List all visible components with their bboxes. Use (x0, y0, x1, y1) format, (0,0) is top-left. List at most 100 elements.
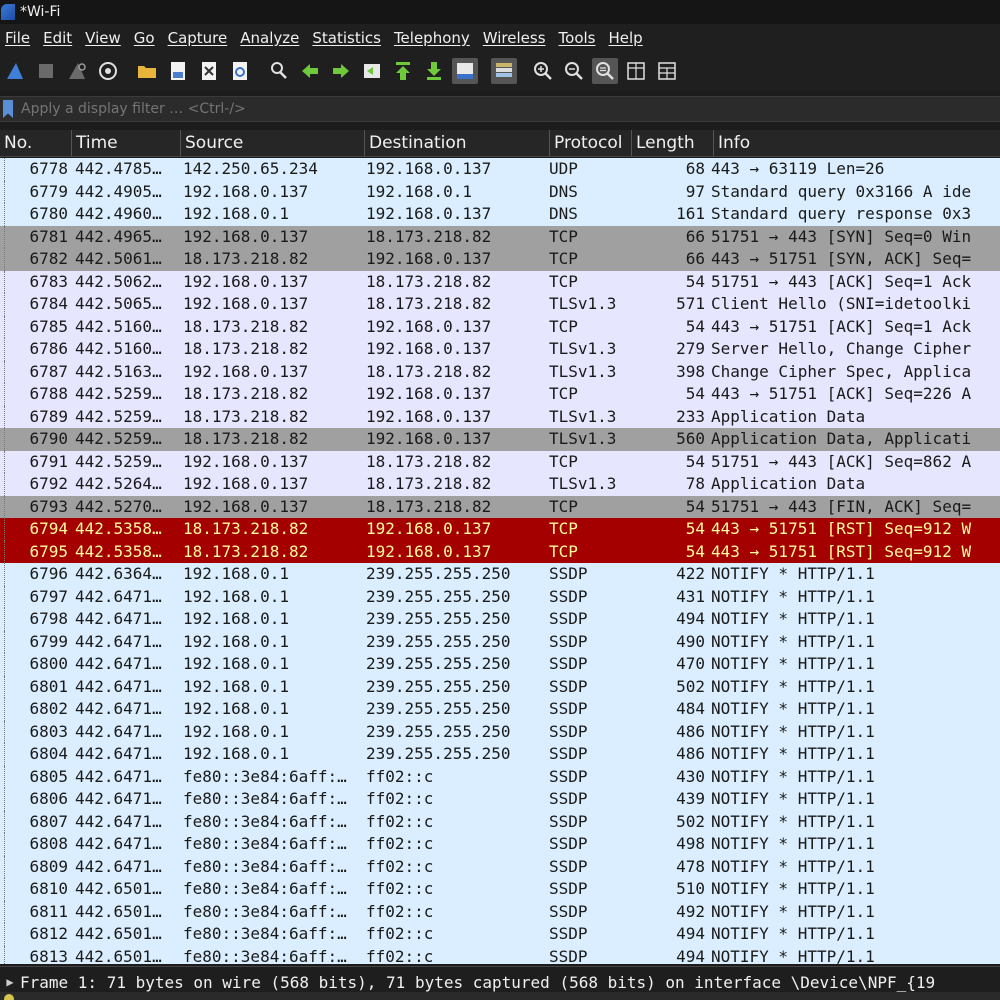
packet-info: 443 → 51751 [ACK] Seq=1 Ack (711, 316, 972, 336)
packet-source: 18.173.218.82 (183, 339, 309, 358)
menu-help[interactable]: Help (603, 29, 647, 47)
last-packet-icon[interactable] (421, 58, 447, 84)
packet-row[interactable]: 6805 442.6471… fe80::3e84:6aff:… ff02::c SSD… (0, 765, 1000, 788)
packet-protocol: SSDP (549, 766, 588, 786)
packet-row[interactable]: 6809 442.6471… fe80::3e84:6aff:… ff02::c SSD… (0, 855, 1000, 878)
packet-info: NOTIFY * HTTP/1.1 (711, 744, 875, 763)
packet-row[interactable]: 6784 442.5065… 192.168.0.137 18.173.218.82 T… (0, 293, 1000, 316)
packet-row[interactable]: 6802 442.6471… 192.168.0.1 239.255.255.250 S… (0, 698, 1000, 721)
save-file-icon[interactable] (165, 58, 191, 84)
menu-tools[interactable]: Tools (554, 29, 601, 47)
column-header-info[interactable]: Info (714, 130, 1000, 156)
menu-wireless[interactable]: Wireless (478, 29, 551, 47)
resize-columns-icon[interactable] (623, 58, 649, 84)
packet-row[interactable]: 6785 442.5160… 18.173.218.82 192.168.0.137 T… (0, 315, 1000, 338)
zoom-out-icon[interactable] (561, 58, 587, 84)
menu-file[interactable]: File (0, 29, 35, 47)
column-header-time[interactable]: Time (72, 130, 181, 156)
packet-row[interactable]: 6780 442.4960… 192.168.0.1 192.168.0.137 DNS… (0, 203, 1000, 226)
filter-bookmark-icon[interactable] (3, 100, 13, 118)
packet-row[interactable]: 6783 442.5062… 192.168.0.137 18.173.218.82 T… (0, 270, 1000, 293)
packet-row[interactable]: 6779 442.4905… 192.168.0.137 192.168.0.1 DNS… (0, 180, 1000, 203)
packet-row[interactable]: 6791 442.5259… 192.168.0.137 18.173.218.82 T… (0, 450, 1000, 473)
column-header-protocol[interactable]: Protocol (550, 130, 632, 156)
menu-go[interactable]: Go (129, 29, 160, 47)
packet-row[interactable]: 6801 442.6471… 192.168.0.1 239.255.255.250 S… (0, 675, 1000, 698)
packet-row[interactable]: 6803 442.6471… 192.168.0.1 239.255.255.250 S… (0, 720, 1000, 743)
menu-capture[interactable]: Capture (163, 29, 233, 47)
packet-row[interactable]: 6798 442.6471… 192.168.0.1 239.255.255.250 S… (0, 608, 1000, 631)
packet-row[interactable]: 6812 442.6501… fe80::3e84:6aff:… ff02::c SSD… (0, 923, 1000, 946)
packet-length: 422 (676, 564, 705, 583)
packet-row[interactable]: 6792 442.5264… 192.168.0.137 18.173.218.82 T… (0, 473, 1000, 496)
packet-length: 54 (685, 519, 705, 538)
packet-length: 54 (685, 316, 705, 336)
packet-info: 443 → 63119 Len=26 (711, 159, 885, 178)
packet-row[interactable]: 6782 442.5061… 18.173.218.82 192.168.0.137 T… (0, 248, 1000, 271)
packet-row[interactable]: 6796 442.6364… 192.168.0.1 239.255.255.250 S… (0, 563, 1000, 586)
packet-row[interactable]: 6788 442.5259… 18.173.218.82 192.168.0.137 T… (0, 383, 1000, 406)
packet-time: 442.6501… (75, 924, 162, 943)
packet-row[interactable]: 6790 442.5259… 18.173.218.82 192.168.0.137 T… (0, 428, 1000, 451)
column-header-length[interactable]: Length (632, 130, 714, 156)
menu-view[interactable]: View (80, 29, 126, 47)
packet-number: 6801 (29, 676, 68, 696)
packet-list: 6778 442.4785… 142.250.65.234 192.168.0.137… (0, 158, 1000, 964)
display-filter-input[interactable] (21, 97, 1000, 121)
packet-length: 494 (676, 609, 705, 628)
column-header-source[interactable]: Source (181, 130, 365, 156)
packet-row[interactable]: 6789 442.5259… 18.173.218.82 192.168.0.137 T… (0, 405, 1000, 428)
normal-size-icon[interactable] (592, 58, 618, 84)
packet-row[interactable]: 6807 442.6471… fe80::3e84:6aff:… ff02::c SSD… (0, 810, 1000, 833)
packet-row[interactable]: 6806 442.6471… fe80::3e84:6aff:… ff02::c SSD… (0, 788, 1000, 811)
row-gutter (0, 743, 12, 766)
packet-time: 442.6471… (75, 834, 162, 853)
colorize-icon[interactable] (491, 58, 517, 84)
packet-row[interactable]: 6810 442.6501… fe80::3e84:6aff:… ff02::c SSD… (0, 878, 1000, 901)
packet-row[interactable]: 6799 442.6471… 192.168.0.1 239.255.255.250 S… (0, 630, 1000, 653)
layout-icon[interactable] (654, 58, 680, 84)
menu-analyze[interactable]: Analyze (235, 29, 304, 47)
packet-row[interactable]: 6797 442.6471… 192.168.0.1 239.255.255.250 S… (0, 585, 1000, 608)
first-packet-icon[interactable] (390, 58, 416, 84)
reload-icon[interactable] (227, 58, 253, 84)
packet-row[interactable]: 6800 442.6471… 192.168.0.1 239.255.255.250 S… (0, 653, 1000, 676)
packet-row[interactable]: 6793 442.5270… 192.168.0.137 18.173.218.82 T… (0, 495, 1000, 518)
packet-length: 54 (685, 451, 705, 471)
shark-fin-restart-icon[interactable] (64, 58, 90, 84)
packet-row[interactable]: 6794 442.5358… 18.173.218.82 192.168.0.137 T… (0, 518, 1000, 541)
packet-row[interactable]: 6813 442.6501… fe80::3e84:6aff:… ff02::c SSD… (0, 945, 1000, 965)
autoscroll-icon[interactable] (452, 58, 478, 84)
menu-telephony[interactable]: Telephony (389, 29, 475, 47)
column-header-no[interactable]: No. (0, 130, 72, 156)
menu-edit[interactable]: Edit (38, 29, 77, 47)
row-gutter (0, 428, 12, 451)
forward-arrow-icon[interactable] (328, 58, 354, 84)
packet-destination: 192.168.0.137 (366, 339, 492, 358)
open-folder-icon[interactable] (134, 58, 160, 84)
menu-statistics[interactable]: Statistics (307, 29, 386, 47)
packet-row[interactable]: 6804 442.6471… 192.168.0.1 239.255.255.250 S… (0, 743, 1000, 766)
shark-fin-start-icon[interactable] (2, 58, 28, 84)
packet-time: 442.6471… (75, 721, 162, 741)
go-to-packet-icon[interactable] (359, 58, 385, 84)
packet-row[interactable]: 6781 442.4965… 192.168.0.137 18.173.218.82 T… (0, 225, 1000, 248)
packet-number: 6813 (29, 946, 68, 965)
packet-row[interactable]: 6808 442.6471… fe80::3e84:6aff:… ff02::c SSD… (0, 833, 1000, 856)
packet-row[interactable]: 6795 442.5358… 18.173.218.82 192.168.0.137 T… (0, 540, 1000, 563)
packet-protocol: SSDP (549, 699, 588, 718)
row-gutter (0, 293, 12, 316)
back-arrow-icon[interactable] (297, 58, 323, 84)
close-file-icon[interactable] (196, 58, 222, 84)
expand-arrow-icon[interactable]: ▶ (0, 975, 20, 989)
zoom-in-icon[interactable] (530, 58, 556, 84)
packet-row[interactable]: 6778 442.4785… 142.250.65.234 192.168.0.137… (0, 158, 1000, 181)
column-header-destination[interactable]: Destination (365, 130, 550, 156)
find-magnifier-icon[interactable] (266, 58, 292, 84)
capture-options-gear-icon[interactable] (95, 58, 121, 84)
detail-frame-line[interactable]: ▶ Frame 1: 71 bytes on wire (568 bits), … (0, 971, 935, 993)
stop-square-icon[interactable] (33, 58, 59, 84)
packet-row[interactable]: 6786 442.5160… 18.173.218.82 192.168.0.137 T… (0, 338, 1000, 361)
packet-row[interactable]: 6787 442.5163… 192.168.0.137 18.173.218.82 T… (0, 360, 1000, 383)
packet-row[interactable]: 6811 442.6501… fe80::3e84:6aff:… ff02::c SSD… (0, 900, 1000, 923)
